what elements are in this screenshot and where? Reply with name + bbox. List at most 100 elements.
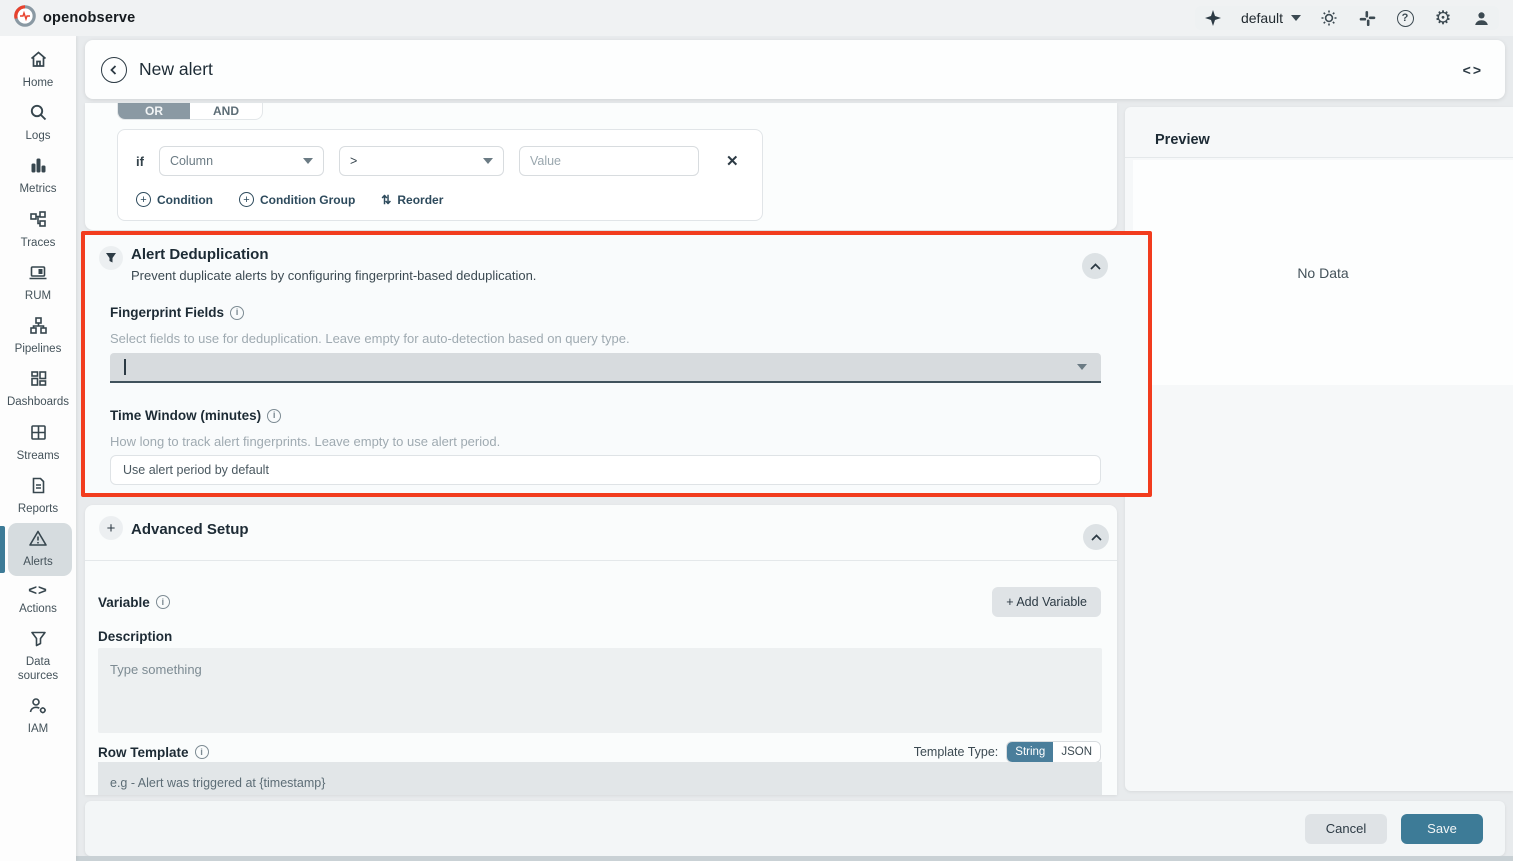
top-bar: openobserve default bbox=[0, 0, 1513, 36]
sidebar: Home Logs Metrics Traces RUM Pipelines D… bbox=[0, 36, 76, 861]
sidebar-item-reports[interactable]: Reports bbox=[0, 470, 76, 523]
sidebar-item-traces[interactable]: Traces bbox=[0, 204, 76, 257]
value-input[interactable] bbox=[519, 146, 699, 176]
search-icon bbox=[29, 103, 48, 127]
variable-label: Variable bbox=[98, 595, 150, 610]
page-title: New alert bbox=[139, 59, 213, 80]
reorder-arrows-icon: ⇅ bbox=[381, 193, 391, 207]
org-selector-value: default bbox=[1241, 10, 1283, 26]
divider bbox=[1125, 157, 1513, 158]
laptop-icon bbox=[28, 263, 48, 287]
code-view-icon[interactable]: <> bbox=[1463, 62, 1483, 78]
time-window-input[interactable] bbox=[110, 455, 1101, 485]
tab-and[interactable]: AND bbox=[190, 103, 262, 119]
org-selector[interactable]: default bbox=[1241, 10, 1301, 26]
template-type-string[interactable]: String bbox=[1007, 742, 1053, 762]
slack-icon[interactable] bbox=[1357, 8, 1377, 28]
sidebar-item-label: Metrics bbox=[19, 183, 56, 196]
back-button[interactable] bbox=[101, 57, 127, 83]
add-condition-button[interactable]: + Condition bbox=[136, 192, 213, 207]
info-icon[interactable]: i bbox=[195, 745, 209, 759]
advanced-collapse-button[interactable] bbox=[1083, 524, 1109, 550]
sidebar-item-label: Dashboards bbox=[7, 396, 69, 409]
sidebar-item-alerts[interactable]: Alerts bbox=[0, 523, 76, 576]
tab-or[interactable]: OR bbox=[118, 103, 190, 119]
description-textarea[interactable] bbox=[98, 648, 1102, 733]
brand-logo[interactable]: openobserve bbox=[14, 5, 135, 32]
sidebar-item-streams[interactable]: Streams bbox=[0, 417, 76, 470]
sidebar-item-metrics[interactable]: Metrics bbox=[0, 150, 76, 203]
document-icon bbox=[29, 476, 48, 500]
expand-plus-icon[interactable]: + bbox=[99, 516, 123, 540]
if-label: if bbox=[136, 154, 144, 169]
sidebar-item-iam[interactable]: IAM bbox=[0, 690, 76, 743]
settings-gear-icon[interactable]: ⚙ bbox=[1433, 8, 1453, 28]
cancel-button[interactable]: Cancel bbox=[1305, 814, 1387, 844]
sidebar-item-dashboards[interactable]: Dashboards bbox=[0, 363, 76, 416]
account-person-icon[interactable] bbox=[1471, 8, 1491, 28]
page-header: New alert <> bbox=[85, 40, 1505, 99]
preview-empty-state: No Data bbox=[1133, 160, 1513, 385]
condition-logic-tabs: OR AND bbox=[117, 103, 263, 120]
info-icon[interactable]: i bbox=[230, 306, 244, 320]
dedup-collapse-button[interactable] bbox=[1082, 253, 1108, 279]
divider bbox=[85, 560, 1117, 561]
app-root: openobserve default bbox=[0, 0, 1513, 861]
info-icon[interactable]: i bbox=[156, 595, 170, 609]
sidebar-item-label: Traces bbox=[21, 237, 56, 250]
sidebar-item-pipelines[interactable]: Pipelines bbox=[0, 310, 76, 363]
info-icon[interactable]: i bbox=[267, 409, 281, 423]
sidebar-item-label: RUM bbox=[25, 290, 51, 303]
ai-sparkle-icon[interactable] bbox=[1203, 8, 1223, 28]
advanced-setup-section: + Advanced Setup Variable i + Add Variab… bbox=[85, 505, 1117, 795]
theme-sun-icon[interactable] bbox=[1319, 8, 1339, 28]
save-button[interactable]: Save bbox=[1401, 814, 1483, 844]
fingerprint-fields-label: Fingerprint Fields bbox=[110, 305, 224, 320]
description-label: Description bbox=[98, 629, 172, 644]
column-select[interactable]: Column bbox=[159, 146, 324, 176]
plus-icon: + bbox=[136, 192, 151, 207]
sidebar-item-rum[interactable]: RUM bbox=[0, 257, 76, 310]
pipeline-tree-icon bbox=[29, 316, 48, 340]
sidebar-item-label: Pipelines bbox=[15, 343, 62, 356]
sidebar-item-label: Logs bbox=[26, 130, 51, 143]
advanced-setup-title: Advanced Setup bbox=[131, 521, 249, 538]
conditions-section: OR AND if Column > ✕ + Conditio bbox=[85, 103, 1117, 230]
dedup-funnel-icon bbox=[99, 246, 123, 270]
home-icon bbox=[29, 50, 48, 74]
template-type-label: Template Type: bbox=[914, 745, 999, 759]
row-template-textarea[interactable] bbox=[98, 762, 1102, 795]
dedup-title: Alert Deduplication bbox=[131, 246, 536, 263]
warning-triangle-icon bbox=[28, 529, 48, 553]
bar-chart-icon bbox=[29, 156, 48, 180]
chevron-down-icon bbox=[303, 158, 313, 164]
add-condition-group-button[interactable]: + Condition Group bbox=[239, 192, 355, 207]
reorder-button[interactable]: ⇅ Reorder bbox=[381, 193, 443, 207]
alert-deduplication-section-highlighted: Alert Deduplication Prevent duplicate al… bbox=[81, 231, 1152, 497]
remove-condition-icon[interactable]: ✕ bbox=[726, 152, 739, 170]
sidebar-item-data-sources[interactable]: Data sources bbox=[0, 623, 76, 689]
dedup-subtitle: Prevent duplicate alerts by configuring … bbox=[131, 268, 536, 283]
chevron-down-icon bbox=[1077, 364, 1087, 370]
sidebar-item-home[interactable]: Home bbox=[0, 44, 76, 97]
sidebar-item-label: IAM bbox=[28, 723, 48, 736]
condition-group-box: if Column > ✕ + Condition + bbox=[117, 129, 763, 221]
sidebar-item-label: Home bbox=[23, 77, 54, 90]
chevron-down-icon bbox=[1291, 15, 1301, 21]
row-template-label: Row Template bbox=[98, 745, 189, 760]
person-gear-icon bbox=[28, 696, 48, 720]
template-type-json[interactable]: JSON bbox=[1053, 742, 1100, 762]
help-icon[interactable]: ? bbox=[1395, 8, 1415, 28]
top-toolbar: default ? ⚙ bbox=[1195, 6, 1499, 30]
template-type-toggle: String JSON bbox=[1006, 741, 1101, 763]
sidebar-item-logs[interactable]: Logs bbox=[0, 97, 76, 150]
preview-title: Preview bbox=[1155, 132, 1210, 148]
add-variable-button[interactable]: + Add Variable bbox=[992, 587, 1101, 617]
sidebar-item-actions[interactable]: <> Actions bbox=[0, 576, 76, 623]
time-window-hint: How long to track alert fingerprints. Le… bbox=[110, 434, 500, 449]
fingerprint-fields-select[interactable] bbox=[110, 353, 1101, 383]
sidebar-item-label: Reports bbox=[18, 503, 58, 516]
funnel-icon bbox=[29, 629, 48, 653]
fingerprint-fields-hint: Select fields to use for deduplication. … bbox=[110, 331, 630, 346]
operator-select[interactable]: > bbox=[339, 146, 504, 176]
